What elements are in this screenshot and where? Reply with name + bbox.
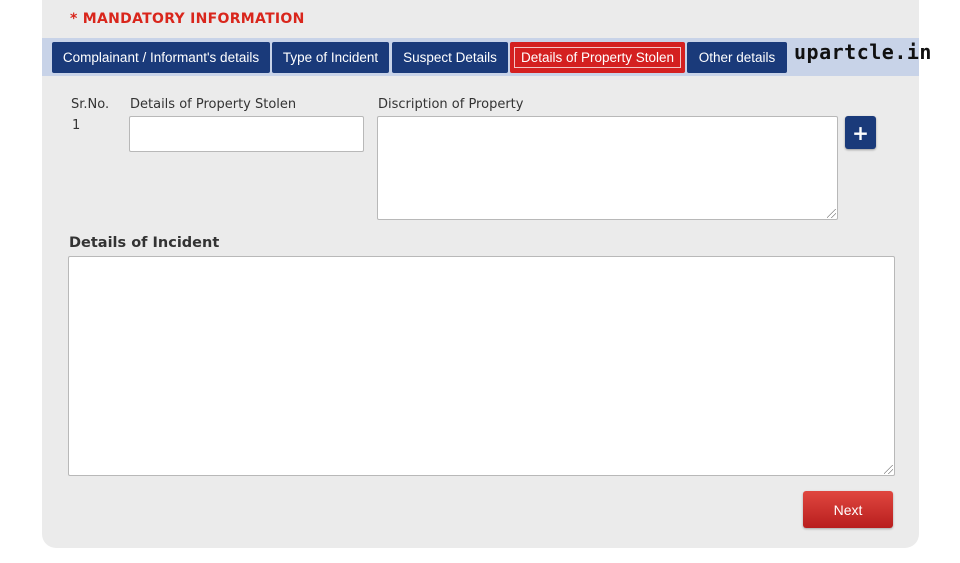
- description-textarea[interactable]: [377, 116, 838, 220]
- tab-suspect-details[interactable]: Suspect Details: [392, 42, 508, 73]
- row-number: 1: [72, 118, 81, 133]
- property-stolen-input[interactable]: [129, 116, 364, 152]
- details-of-incident-title: Details of Incident: [69, 235, 220, 251]
- resize-grip-icon[interactable]: [884, 465, 893, 474]
- tab-label: Details of Property Stolen: [513, 47, 682, 68]
- tab-details-of-property-stolen[interactable]: Details of Property Stolen: [510, 42, 685, 73]
- description-label: Discription of Property: [378, 97, 524, 112]
- watermark-text: upartcle.in: [794, 40, 932, 64]
- next-button[interactable]: Next: [803, 491, 893, 528]
- tab-type-of-incident[interactable]: Type of Incident: [272, 42, 389, 73]
- add-property-button[interactable]: +: [845, 116, 876, 149]
- tab-label: Complainant / Informant's details: [62, 50, 260, 65]
- tab-label: Other details: [698, 50, 776, 65]
- srno-label: Sr.No.: [71, 97, 110, 112]
- tab-label: Suspect Details: [403, 50, 497, 65]
- property-stolen-label: Details of Property Stolen: [130, 97, 297, 112]
- tab-label: Type of Incident: [282, 50, 379, 65]
- tab-complainant-details[interactable]: Complainant / Informant's details: [52, 42, 270, 73]
- incident-details-textarea[interactable]: [68, 256, 895, 476]
- plus-icon: +: [852, 120, 869, 145]
- tab-other-details[interactable]: Other details: [687, 42, 787, 73]
- mandatory-information-heading: * MANDATORY INFORMATION: [70, 11, 305, 27]
- resize-grip-icon[interactable]: [827, 209, 836, 218]
